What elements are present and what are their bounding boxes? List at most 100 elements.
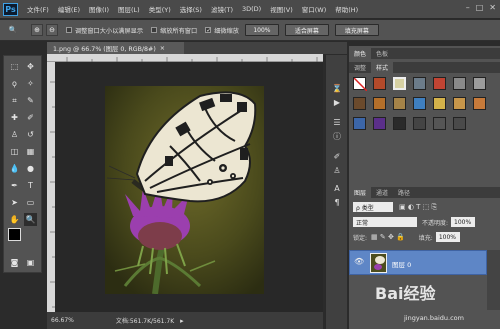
magic-wand-icon[interactable]: ✧ (24, 77, 37, 90)
menu-filter[interactable]: 滤镜(T) (211, 4, 233, 14)
document-tab[interactable]: 1.png @ 66.7% (图层 0, RGB/8#) × (47, 42, 184, 54)
history-brush-icon[interactable]: ↺ (24, 128, 37, 141)
menu-file[interactable]: 文件(F) (27, 4, 49, 14)
visibility-eye-icon[interactable]: 👁 (354, 257, 364, 266)
tab-layers[interactable]: 图层 (349, 187, 372, 198)
style-swatch[interactable] (373, 77, 386, 90)
actions-icon[interactable]: ▶ (331, 97, 343, 107)
brush-presets-icon[interactable]: ✐ (331, 151, 343, 161)
style-swatch[interactable] (353, 117, 366, 130)
style-swatch[interactable] (373, 117, 386, 130)
zoom-level[interactable]: 66.67% (51, 317, 74, 324)
blend-mode-select[interactable]: 正常 (353, 217, 417, 227)
style-swatch[interactable] (473, 97, 486, 110)
shape-tool-icon[interactable]: ▭ (24, 196, 37, 209)
dodge-tool-icon[interactable]: ● (24, 162, 37, 175)
type-tool-icon[interactable]: T (24, 179, 37, 192)
style-swatch[interactable] (373, 97, 386, 110)
zoom-all-checkbox[interactable] (151, 27, 158, 33)
fill-input[interactable]: 100% (435, 232, 460, 242)
document-tab-close-icon[interactable]: × (160, 45, 165, 52)
close-button[interactable]: ✕ (489, 3, 496, 12)
style-swatch[interactable] (473, 77, 486, 90)
menu-3d[interactable]: 3D(D) (242, 5, 261, 13)
eyedropper-icon[interactable]: ✎ (24, 94, 37, 107)
maximize-button[interactable]: □ (476, 3, 484, 12)
zoom-in-icon[interactable]: ⊕ (31, 24, 43, 36)
style-swatch[interactable] (453, 117, 466, 130)
zoom-tool-icon[interactable]: 🔍 (24, 213, 37, 226)
style-swatch[interactable] (353, 97, 366, 110)
horizontal-ruler (47, 54, 323, 62)
style-swatch[interactable] (453, 77, 466, 90)
style-swatch[interactable] (433, 77, 446, 90)
layer-kind-filter[interactable]: ρ 类型 (353, 202, 393, 212)
tab-styles[interactable]: 样式 (371, 62, 394, 73)
layer-row[interactable]: 👁 图层 0 (349, 250, 487, 275)
tab-paths[interactable]: 路径 (393, 187, 415, 198)
butterfly-photo[interactable] (105, 86, 264, 295)
menu-select[interactable]: 选择(S) (180, 4, 202, 14)
menu-edit[interactable]: 编辑(E) (58, 4, 80, 14)
opacity-input[interactable]: 100% (451, 217, 476, 227)
lasso-tool-icon[interactable]: ϙ (8, 77, 21, 90)
tab-channels[interactable]: 通道 (371, 187, 393, 198)
layers-scrollbar[interactable] (487, 250, 500, 310)
menu-view[interactable]: 视图(V) (270, 4, 293, 14)
lock-icons[interactable]: ▦ ✎ ✥ 🔒 (371, 233, 405, 241)
zoom-out-icon[interactable]: ⊖ (46, 24, 58, 36)
zoom-tool-preset-icon[interactable]: 🔍 (3, 24, 23, 36)
style-swatch-none[interactable] (353, 77, 368, 92)
clone-source-icon[interactable]: ♙ (331, 165, 343, 175)
actual-pixels-button[interactable]: 100% (244, 24, 279, 36)
style-swatch[interactable] (433, 117, 446, 130)
marquee-tool-icon[interactable]: ⬚ (8, 60, 21, 73)
fit-screen-button[interactable]: 适合屏幕 (284, 24, 329, 36)
style-swatch[interactable] (433, 97, 446, 110)
fill-screen-button[interactable]: 填充屏幕 (334, 24, 379, 36)
screen-mode-icon[interactable]: ▣ (24, 256, 37, 269)
style-swatch[interactable] (393, 117, 406, 130)
history-icon[interactable]: ⌛ (331, 83, 343, 93)
properties-icon[interactable]: ☰ (331, 117, 343, 127)
tab-color[interactable]: 颜色 (349, 48, 372, 59)
minimize-button[interactable]: – (466, 3, 470, 12)
path-selection-icon[interactable]: ➤ (8, 196, 21, 209)
style-swatch[interactable] (393, 97, 406, 110)
paragraph-icon[interactable]: ¶ (331, 197, 343, 207)
menu-layer[interactable]: 图层(L) (118, 4, 140, 14)
pen-tool-icon[interactable]: ✒ (8, 179, 21, 192)
status-arrow-icon[interactable]: ▸ (180, 317, 184, 325)
color-panel-tabs: 颜色 色板 (349, 48, 500, 59)
gradient-tool-icon[interactable]: ▦ (24, 145, 37, 158)
clone-stamp-icon[interactable]: ♙ (8, 128, 21, 141)
info-icon[interactable]: ⓘ (331, 131, 343, 141)
styles-panel-tabs: 调整 样式 (349, 62, 500, 73)
style-swatch[interactable] (393, 77, 406, 90)
tab-adjustments[interactable]: 调整 (349, 62, 371, 73)
move-tool-icon[interactable]: ✥ (24, 60, 37, 73)
foreground-color-swatch[interactable] (8, 228, 21, 241)
eraser-icon[interactable]: ◫ (8, 145, 21, 158)
quick-mask-icon[interactable]: ◙ (8, 256, 21, 269)
style-swatch[interactable] (413, 97, 426, 110)
layer-thumbnail-image-icon (374, 256, 385, 270)
scrubby-zoom-checkbox[interactable]: ✓ (205, 27, 211, 34)
tab-swatches[interactable]: 色板 (371, 48, 393, 59)
style-swatch[interactable] (413, 77, 426, 90)
healing-brush-icon[interactable]: ✚ (8, 111, 21, 124)
menu-help[interactable]: 帮助(H) (335, 4, 358, 14)
filter-icons[interactable]: ▣ ◐ T ⬚ ⎘ (399, 203, 437, 212)
layer-name[interactable]: 图层 0 (392, 259, 411, 269)
style-swatch[interactable] (453, 97, 466, 110)
resize-windows-checkbox[interactable] (66, 27, 72, 33)
menu-image[interactable]: 图像(I) (89, 4, 109, 14)
menu-type[interactable]: 类型(Y) (149, 4, 171, 14)
blur-tool-icon[interactable]: 💧 (8, 162, 21, 175)
style-swatch[interactable] (413, 117, 426, 130)
crop-tool-icon[interactable]: ⌗ (8, 94, 21, 107)
brush-tool-icon[interactable]: ✐ (24, 111, 37, 124)
character-icon[interactable]: A (331, 183, 343, 193)
hand-tool-icon[interactable]: ✋ (8, 213, 21, 226)
menu-window[interactable]: 窗口(W) (302, 4, 327, 14)
